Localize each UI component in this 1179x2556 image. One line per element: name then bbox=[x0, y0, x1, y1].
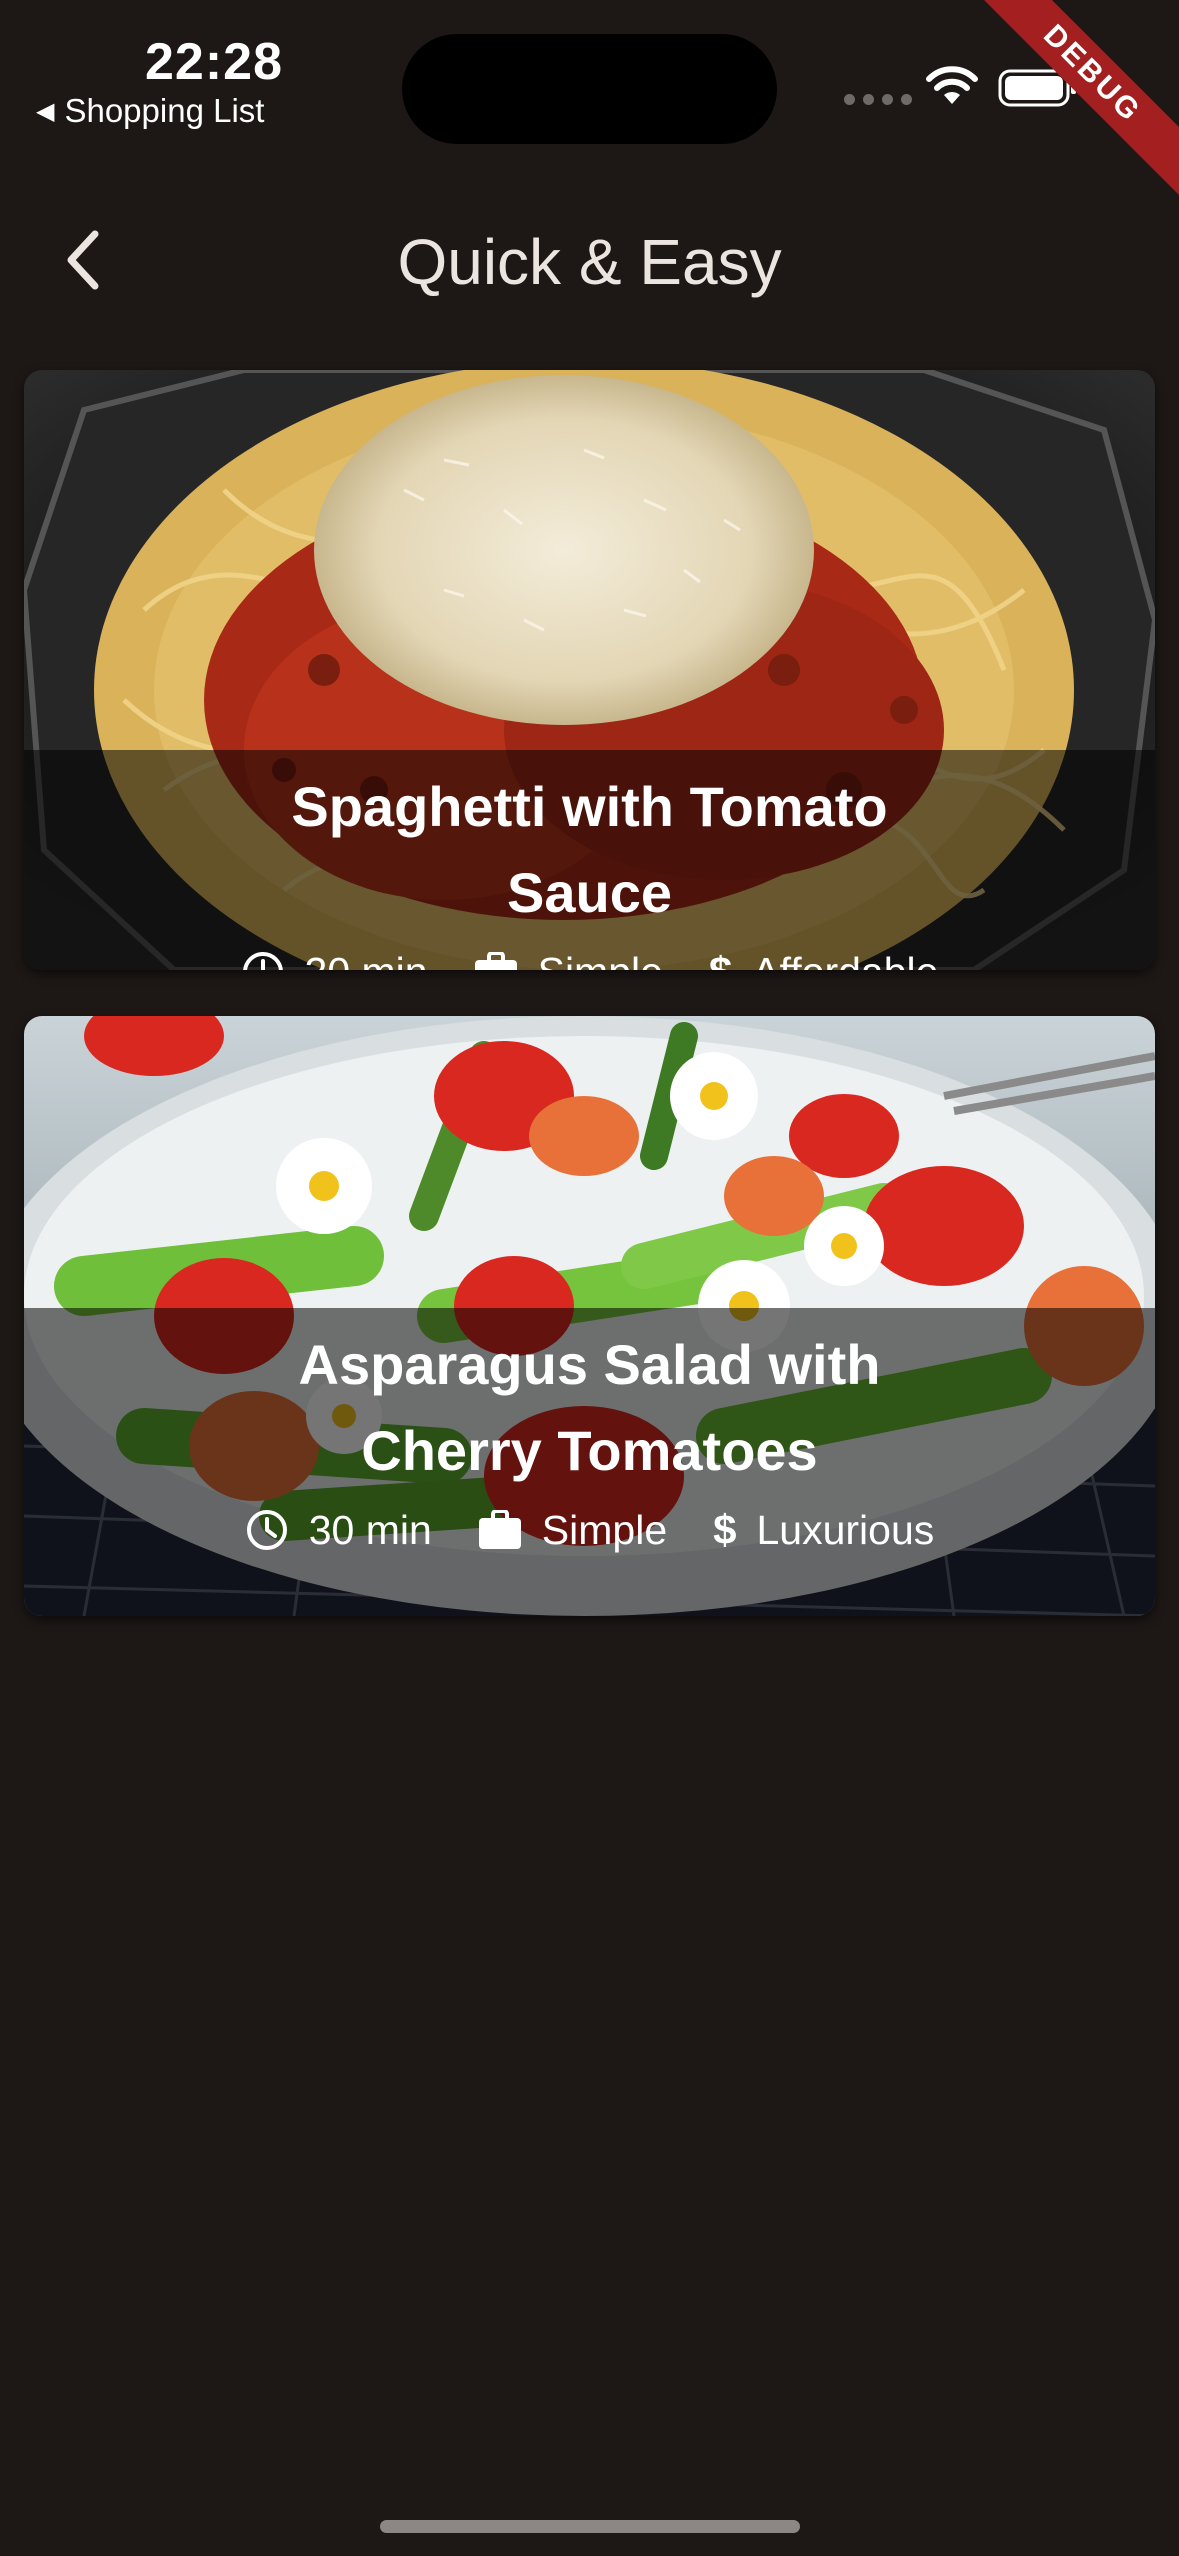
briefcase-icon bbox=[478, 1510, 521, 1549]
meal-affordability: $ Affordable bbox=[709, 948, 939, 970]
meal-complexity: Simple bbox=[474, 949, 663, 971]
app-bar: Quick & Easy bbox=[0, 190, 1179, 330]
duration-label: 20 min bbox=[305, 949, 428, 971]
back-triangle-icon: ◀ bbox=[36, 97, 55, 125]
complexity-label: Simple bbox=[538, 949, 663, 971]
meal-info-overlay: Asparagus Salad with Cherry Tomatoes 30 … bbox=[24, 1308, 1155, 1616]
meal-meta-row: 30 min Simple $ Luxurious bbox=[235, 1506, 945, 1554]
dollar-icon: $ bbox=[713, 1506, 737, 1553]
meal-title: Spaghetti with Tomato Sauce bbox=[291, 775, 888, 924]
wifi-icon bbox=[926, 66, 978, 104]
meal-title: Asparagus Salad with Cherry Tomatoes bbox=[298, 1333, 881, 1482]
meal-affordability: $ Luxurious bbox=[713, 1506, 934, 1554]
page-title: Quick & Easy bbox=[397, 226, 782, 298]
back-to-app-link[interactable]: ◀ Shopping List bbox=[36, 92, 264, 130]
status-bar: 22:28 ◀ Shopping List DEBUG bbox=[0, 0, 1179, 208]
status-time: 22:28 bbox=[145, 33, 283, 91]
dynamic-island bbox=[402, 34, 777, 144]
meal-duration: 20 min bbox=[241, 949, 428, 971]
affordability-label: Luxurious bbox=[756, 1506, 935, 1553]
meal-card[interactable]: Spaghetti with Tomato Sauce 20 min Simpl… bbox=[24, 370, 1155, 970]
dollar-icon: $ bbox=[709, 948, 732, 970]
meal-card[interactable]: Asparagus Salad with Cherry Tomatoes 30 … bbox=[24, 1016, 1155, 1616]
home-indicator[interactable] bbox=[380, 2520, 800, 2533]
meal-meta-row: 20 min Simple $ Affordable bbox=[231, 948, 949, 970]
clock-icon bbox=[242, 952, 283, 970]
affordability-label: Affordable bbox=[752, 949, 938, 971]
meal-info-overlay: Spaghetti with Tomato Sauce 20 min Simpl… bbox=[24, 750, 1155, 970]
complexity-label: Simple bbox=[541, 1506, 668, 1553]
cellular-signal-icon bbox=[844, 94, 912, 105]
briefcase-icon bbox=[474, 952, 517, 970]
duration-label: 30 min bbox=[308, 1506, 432, 1553]
meal-duration: 30 min bbox=[245, 1507, 432, 1554]
meal-complexity: Simple bbox=[478, 1507, 667, 1554]
clock-icon bbox=[246, 1510, 287, 1550]
back-app-label: Shopping List bbox=[64, 92, 265, 129]
